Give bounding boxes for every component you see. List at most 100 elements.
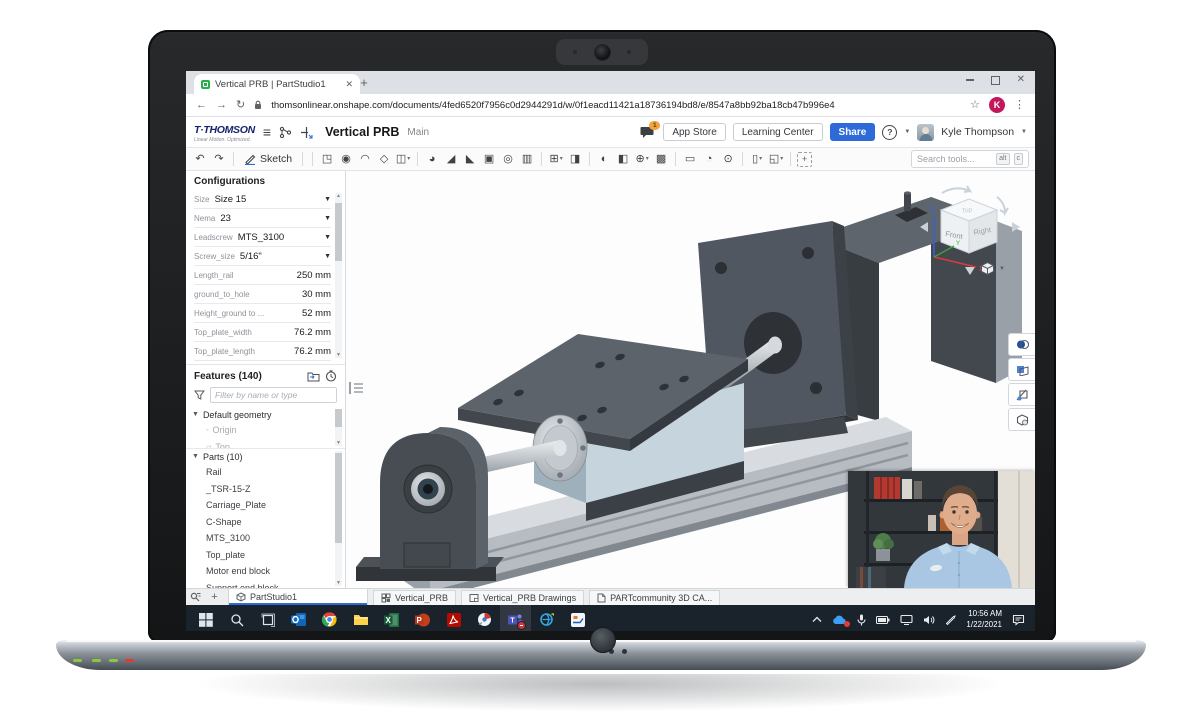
versions-icon[interactable] <box>279 126 292 139</box>
help-icon[interactable]: ? <box>882 125 897 140</box>
pen-icon[interactable] <box>945 614 956 625</box>
geometry-scrollbar[interactable]: ▼ <box>335 409 342 446</box>
redo-icon[interactable]: ↷ <box>211 151 227 168</box>
hide-show-icon[interactable] <box>1008 383 1035 406</box>
reload-icon[interactable]: ↻ <box>236 100 245 111</box>
part-list-item[interactable]: Support end block <box>186 580 333 589</box>
search-tabs-icon[interactable] <box>186 589 205 605</box>
linear-pattern-icon[interactable]: ⊞▾ <box>548 151 564 168</box>
chevron-down-icon[interactable]: ▼ <box>192 411 199 418</box>
back-icon[interactable]: ← <box>196 100 207 111</box>
parts-scrollbar[interactable]: ▼ <box>335 451 342 586</box>
scroll-down-arrow[interactable]: ▼ <box>335 440 342 446</box>
tray-expand-icon[interactable] <box>812 616 822 623</box>
config-numeric-row[interactable]: Top_plate_width 76.2 mm <box>194 323 331 342</box>
config-dropdown-row[interactable]: Leadscrew MTS_3100 ▼ <box>194 228 331 247</box>
tree-item-origin[interactable]: ◦ Origin <box>186 422 333 439</box>
scrollbar-thumb[interactable] <box>335 409 342 427</box>
part-list-item[interactable]: C-Shape <box>186 514 333 531</box>
draft-icon[interactable]: ◣ <box>462 151 478 168</box>
action-center-icon[interactable] <box>1012 614 1025 626</box>
config-dropdown-row[interactable]: Nema 23 ▼ <box>194 209 331 228</box>
taskbar-search-icon[interactable] <box>221 605 252 631</box>
config-numeric-row[interactable]: Height_ground to ... 52 mm <box>194 304 331 323</box>
rib-icon[interactable]: ▥ <box>519 151 535 168</box>
scroll-down-arrow[interactable]: ▼ <box>335 352 342 358</box>
parts-section[interactable]: ▼ Parts (10) <box>186 449 333 464</box>
help-caret-icon[interactable]: ▼ <box>904 129 910 135</box>
part-list-item[interactable]: _TSR-15-Z <box>186 481 333 498</box>
taskbar-clock[interactable]: 10:56 AM 1/22/2021 <box>966 609 1002 630</box>
acrobat-icon[interactable] <box>438 605 469 631</box>
dropdown-caret-icon[interactable]: ▼ <box>324 253 331 260</box>
tab-partcommunity[interactable]: PARTcommunity 3D CA... <box>589 590 720 605</box>
excel-icon[interactable]: X <box>376 605 407 631</box>
outlook-icon[interactable] <box>283 605 314 631</box>
part-list-item[interactable]: Motor end block <box>186 563 333 580</box>
main-menu-icon[interactable]: ≡ <box>263 125 271 139</box>
window-minimize-icon[interactable] <box>966 79 974 81</box>
config-numeric-row[interactable]: Top_plate_length 76.2 mm <box>194 342 331 361</box>
user-avatar[interactable] <box>917 124 934 141</box>
hole-icon[interactable]: ◎ <box>500 151 516 168</box>
sketch-button[interactable]: Sketch <box>240 153 296 165</box>
scrollbar-thumb[interactable] <box>335 203 342 261</box>
boolean-icon[interactable]: ◐ <box>596 151 612 168</box>
feature-filter-input[interactable]: Filter by name or type <box>210 387 337 403</box>
revolve-icon[interactable]: ◉ <box>338 151 354 168</box>
frame-icon[interactable]: ▯▾ <box>749 151 765 168</box>
measure-icon[interactable] <box>300 126 313 139</box>
view-cube[interactable]: Top Front Right Z X Y <box>912 183 1027 283</box>
tab-vertical-prb[interactable]: Vertical_PRB <box>373 590 456 605</box>
start-button-icon[interactable] <box>190 605 221 631</box>
battery-icon[interactable] <box>876 616 890 624</box>
user-menu-caret-icon[interactable]: ▼ <box>1021 129 1027 135</box>
onedrive-icon[interactable] <box>832 615 847 625</box>
workspace-label[interactable]: Main <box>407 127 429 138</box>
config-numeric-row[interactable]: ground_to_hole 30 mm <box>194 285 331 304</box>
url-text[interactable]: thomsonlinear.onshape.com/documents/4fed… <box>271 100 961 111</box>
sweep-icon[interactable]: ◠ <box>357 151 373 168</box>
new-tab-button[interactable]: + <box>356 75 372 91</box>
history-clock-icon[interactable] <box>325 370 337 382</box>
dropdown-caret-icon[interactable]: ▼ <box>324 215 331 222</box>
presenter-video-overlay[interactable] <box>848 471 1035 588</box>
scroll-up-arrow[interactable]: ▲ <box>335 193 342 199</box>
config-dropdown-row[interactable]: Screw_size 5/16" ▼ <box>194 247 331 266</box>
new-element-icon[interactable]: + <box>205 589 224 605</box>
part-list-item[interactable]: Carriage_Plate <box>186 497 333 514</box>
comments-icon[interactable]: 1 <box>640 125 656 139</box>
skype-icon[interactable] <box>469 605 500 631</box>
scroll-down-arrow[interactable]: ▼ <box>335 580 342 586</box>
browser-profile-avatar[interactable]: K <box>989 97 1005 113</box>
network-icon[interactable] <box>900 615 913 625</box>
loft-icon[interactable]: ◇ <box>376 151 392 168</box>
tab-vertical-prb-drawings[interactable]: Vertical_PRB Drawings <box>461 590 584 605</box>
helix-icon[interactable]: ◔ <box>701 151 717 168</box>
learning-center-button[interactable]: Learning Center <box>733 123 823 141</box>
teams-icon[interactable]: T <box>500 605 531 631</box>
volume-icon[interactable] <box>923 615 935 625</box>
delete-face-icon[interactable]: ▩ <box>653 151 669 168</box>
shell-icon[interactable]: ▣ <box>481 151 497 168</box>
browser-menu-icon[interactable]: ⋮ <box>1014 100 1025 111</box>
window-close-icon[interactable]: ✕ <box>1017 75 1025 85</box>
display-states-icon[interactable] <box>1008 408 1035 431</box>
section-view-icon[interactable] <box>1008 358 1035 381</box>
view-options-caret-icon[interactable]: ▼ <box>999 266 1005 272</box>
thicken-icon[interactable]: ◫▾ <box>395 151 411 168</box>
file-explorer-icon[interactable] <box>345 605 376 631</box>
rollback-bar-icon[interactable] <box>348 381 364 395</box>
forward-icon[interactable]: → <box>216 100 227 111</box>
sap-logon-icon[interactable] <box>562 605 593 631</box>
dropdown-caret-icon[interactable]: ▼ <box>324 196 331 203</box>
tab-partstudio1[interactable]: PartStudio1 <box>228 589 368 605</box>
chamfer-icon[interactable]: ◢ <box>443 151 459 168</box>
browser-tab[interactable]: Vertical PRB | PartStudio1 ✕ <box>194 74 360 94</box>
scrollbar-thumb[interactable] <box>335 453 342 543</box>
move-to-document-icon[interactable] <box>307 371 320 382</box>
split-icon[interactable]: ◧ <box>615 151 631 168</box>
appearance-icon[interactable] <box>1008 333 1035 356</box>
point-icon[interactable]: ⊙ <box>720 151 736 168</box>
bookmark-star-icon[interactable]: ☆ <box>970 100 980 111</box>
